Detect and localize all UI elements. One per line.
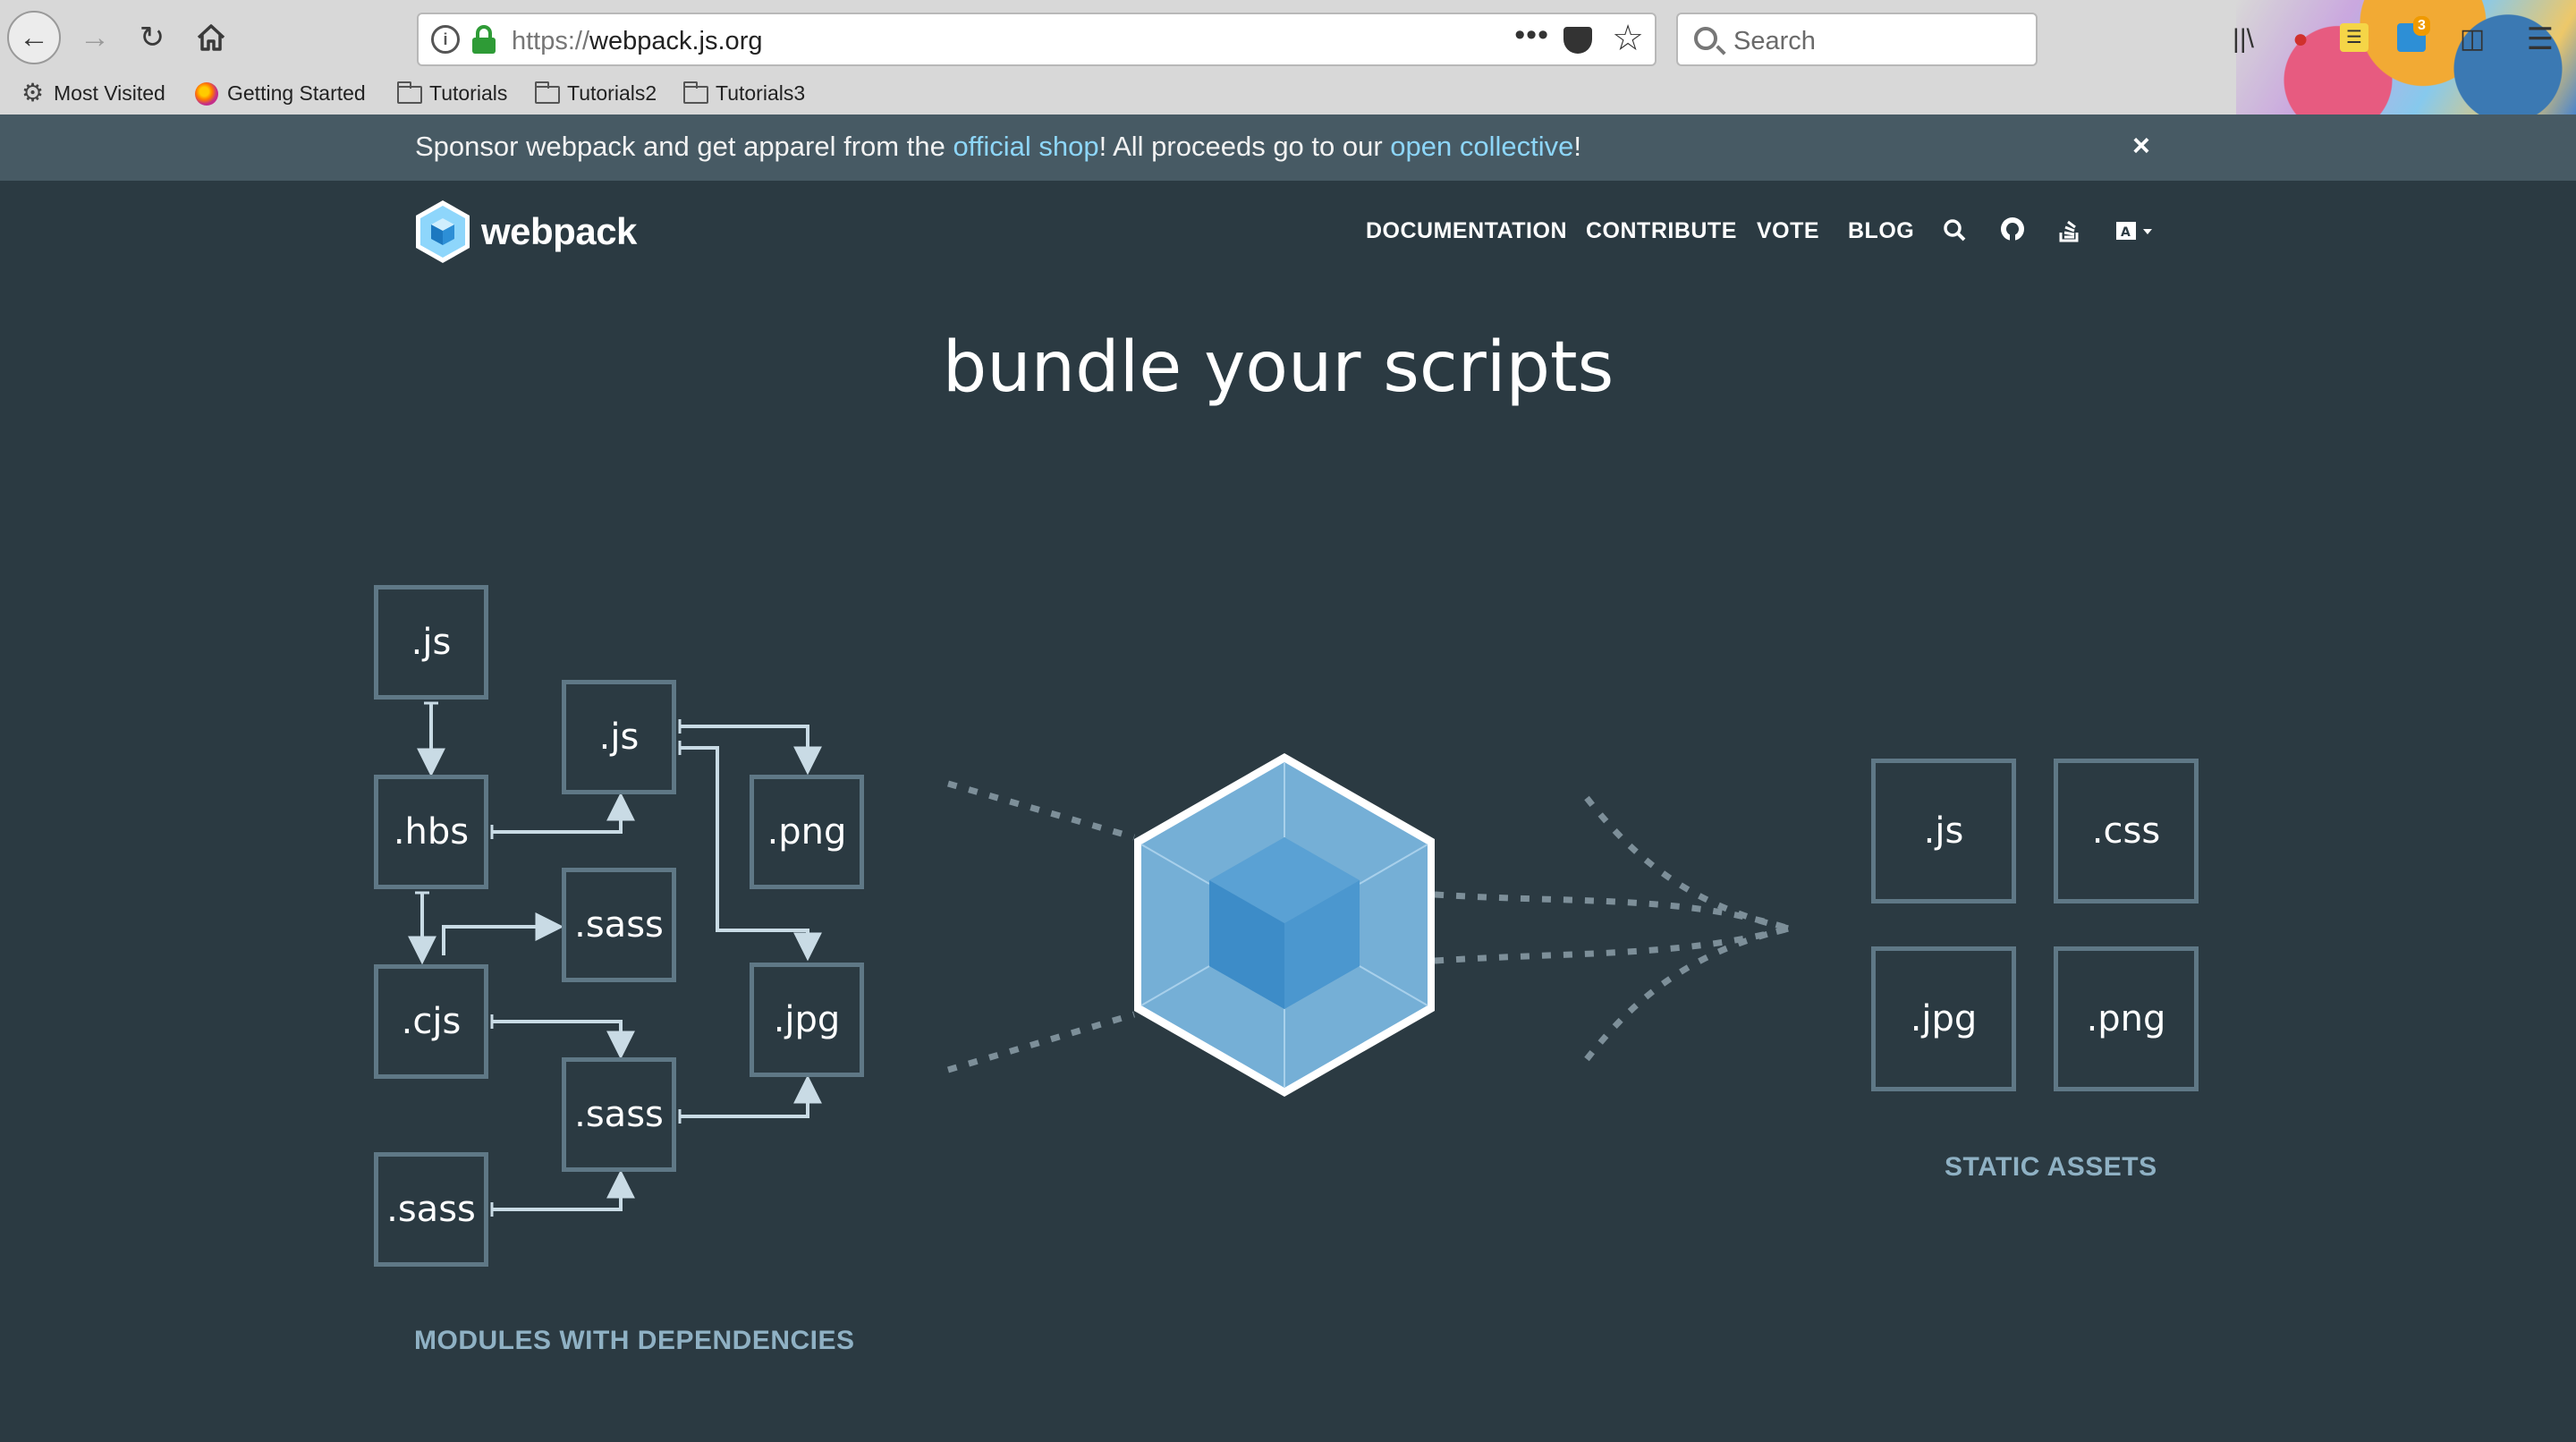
folder-icon <box>683 81 708 104</box>
arrow-left-icon: ← <box>19 20 49 55</box>
site-info-icon[interactable]: i <box>431 25 460 54</box>
webpack-logo-icon <box>416 200 470 263</box>
hero-title: bundle your scripts <box>942 327 1614 408</box>
home-button[interactable] <box>184 11 238 64</box>
search-icon <box>1694 27 1717 50</box>
home-icon <box>197 24 225 51</box>
logo-text: webpack <box>481 210 637 252</box>
nav-vote[interactable]: VOTE <box>1757 218 1819 244</box>
module-box: .sass <box>562 1057 676 1172</box>
webpack-logo[interactable]: webpack <box>413 199 637 265</box>
close-icon[interactable]: × <box>2132 129 2150 164</box>
nav-blog[interactable]: BLOG <box>1848 218 1914 244</box>
folder-icon <box>535 81 560 104</box>
firefox-icon <box>195 82 218 106</box>
bookmark-folder-tutorials3[interactable]: Tutorials3 <box>683 79 805 107</box>
extension-icon[interactable]: ● <box>2283 23 2318 55</box>
webpack-cube <box>1134 753 1435 1097</box>
browser-toolbar: ← → ↻ i https://webpack.js.org ••• ☆ Sea… <box>0 0 2576 115</box>
bookmark-label: Tutorials2 <box>567 81 657 105</box>
library-icon[interactable]: ||\ <box>2225 23 2261 55</box>
asset-box: .css <box>2054 759 2199 903</box>
open-collective-link[interactable]: open collective <box>1390 131 1573 162</box>
stackoverflow-icon[interactable] <box>2055 215 2084 247</box>
url-text[interactable]: https://webpack.js.org <box>512 27 762 56</box>
module-box: .js <box>374 585 488 700</box>
official-shop-link[interactable]: official shop <box>953 131 1098 162</box>
module-box: .jpg <box>750 963 864 1077</box>
bookmark-folder-tutorials[interactable]: Tutorials <box>397 79 507 107</box>
bookmark-label: Getting Started <box>227 81 366 105</box>
nav-contribute[interactable]: CONTRIBUTE <box>1586 218 1737 244</box>
theme-artwork <box>2236 0 2576 115</box>
arrow-right-icon: → <box>80 20 110 55</box>
flow-lines <box>947 780 1791 1073</box>
bookmark-label: Most Visited <box>54 81 165 105</box>
gear-icon: ⚙ <box>21 79 45 106</box>
asset-box: .jpg <box>1871 946 2016 1091</box>
bookmark-star-icon[interactable]: ☆ <box>1612 18 1644 59</box>
module-box: .hbs <box>374 775 488 889</box>
lock-icon[interactable] <box>472 25 496 54</box>
modules-caption: MODULES WITH DEPENDENCIES <box>414 1326 855 1355</box>
nav-documentation[interactable]: DOCUMENTATION <box>1366 218 1567 244</box>
asset-box: .js <box>1871 759 2016 903</box>
reload-icon: ↻ <box>139 21 165 55</box>
github-icon[interactable] <box>1998 215 2027 247</box>
forward-button[interactable]: → <box>68 11 122 64</box>
bookmark-folder-tutorials2[interactable]: Tutorials2 <box>535 79 657 107</box>
svg-text:A: A <box>2121 225 2131 240</box>
extension-badge: 3 <box>2413 16 2430 36</box>
reload-button[interactable]: ↻ <box>125 11 179 64</box>
assets-caption: STATIC ASSETS <box>1945 1152 2157 1182</box>
pocket-icon[interactable] <box>1563 27 1592 54</box>
language-icon[interactable]: A <box>2113 215 2157 247</box>
asset-box: .png <box>2054 946 2199 1091</box>
bookmark-label: Tutorials <box>429 81 508 105</box>
module-box: .js <box>562 680 676 794</box>
page-actions-icon[interactable]: ••• <box>1514 18 1549 53</box>
search-bar[interactable]: Search <box>1676 13 2038 66</box>
bookmark-getting-started[interactable]: Getting Started <box>195 79 366 107</box>
hamburger-menu-icon[interactable]: ☰ <box>2522 23 2558 55</box>
notes-extension-icon[interactable]: ☰ <box>2340 23 2368 52</box>
module-box: .png <box>750 775 864 889</box>
module-box: .cjs <box>374 964 488 1079</box>
search-placeholder: Search <box>1733 27 1816 55</box>
sidebar-icon[interactable]: ◫ <box>2454 23 2490 55</box>
bookmark-most-visited[interactable]: ⚙ Most Visited <box>21 79 165 107</box>
sponsor-banner: Sponsor webpack and get apparel from the… <box>0 115 2576 181</box>
search-icon[interactable] <box>1941 215 1970 247</box>
module-box: .sass <box>374 1152 488 1267</box>
url-bar[interactable]: i https://webpack.js.org ••• ☆ <box>417 13 1657 66</box>
folder-icon <box>397 81 422 104</box>
bookmarks-bar: ⚙ Most Visited Getting Started Tutorials… <box>0 75 1073 111</box>
bookmark-label: Tutorials3 <box>716 81 806 105</box>
banner-text: Sponsor webpack and get apparel from the… <box>415 131 1581 162</box>
module-box: .sass <box>562 868 676 982</box>
back-button[interactable]: ← <box>7 11 61 64</box>
